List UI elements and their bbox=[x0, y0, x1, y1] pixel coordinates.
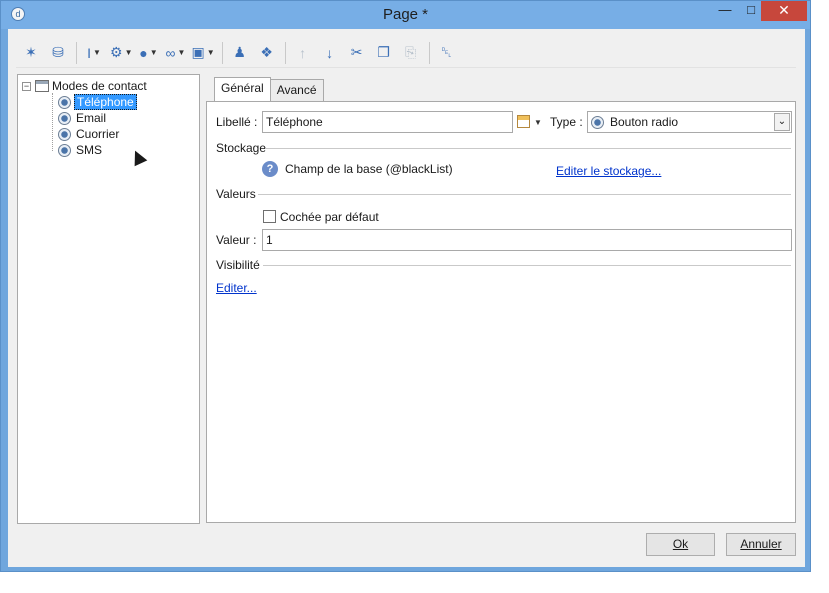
stockage-title: Stockage bbox=[216, 141, 267, 155]
tree-view[interactable]: − Modes de contact Téléphone Email Cuorrie… bbox=[17, 74, 200, 524]
tree-item-label: Téléphone bbox=[74, 94, 137, 110]
visibilite-divider bbox=[263, 265, 791, 266]
copy-button[interactable]: ❐ bbox=[373, 41, 395, 65]
tree-root-label: Modes de contact bbox=[52, 79, 147, 93]
type-label: Type : bbox=[550, 115, 583, 129]
cancel-button-label: Annuler bbox=[740, 537, 782, 551]
text-cursor-icon: I bbox=[87, 44, 91, 61]
move-down-button[interactable]: ↓ bbox=[319, 41, 341, 65]
dialog-window: d Page * — □ ✕ ✶ ⛁ I ▼ ⚙ ▼ ● ▼ ∞ ▼ ▣ ▼ ♟ ❖ ↑ ↓ ✂ ❐ ⎘ ␡ − Mo… bbox=[0, 0, 811, 572]
toolbar-separator bbox=[76, 41, 77, 64]
type-select-value: Bouton radio bbox=[610, 115, 679, 129]
link-icon: ∞ bbox=[165, 44, 176, 61]
cancel-button[interactable]: Annuler bbox=[726, 533, 796, 556]
edit-visibility-link[interactable]: Editer... bbox=[216, 281, 257, 295]
move-up-icon: ↑ bbox=[299, 44, 307, 61]
maximize-button[interactable]: □ bbox=[739, 1, 763, 21]
user-button[interactable]: ♟ bbox=[229, 41, 251, 65]
tab-strip: Général Avancé bbox=[214, 77, 324, 101]
help-icon: ? bbox=[262, 161, 278, 177]
valeur-input[interactable]: 1 bbox=[262, 229, 792, 251]
dropdown-arrow-icon[interactable]: ▼ bbox=[150, 48, 158, 57]
delete-button[interactable]: ␡ bbox=[436, 41, 458, 65]
libelle-input[interactable]: Téléphone bbox=[262, 111, 513, 133]
default-checked-checkbox[interactable] bbox=[263, 210, 276, 223]
toolbar-separator bbox=[284, 41, 286, 64]
mouse-cursor-icon bbox=[128, 147, 148, 167]
collapse-icon[interactable]: − bbox=[22, 81, 31, 91]
text-cursor-button[interactable]: I ▼ bbox=[83, 41, 105, 65]
cut-icon: ✂ bbox=[350, 44, 363, 60]
cut-button[interactable]: ✂ bbox=[346, 41, 368, 65]
shapes-add-icon: ❖ bbox=[260, 44, 273, 60]
database-icon: ⛁ bbox=[52, 44, 64, 60]
window-title: Page * bbox=[382, 6, 429, 23]
ok-button-label: Ok bbox=[672, 537, 689, 551]
tab-general[interactable]: Général bbox=[214, 77, 271, 101]
radio-button-icon bbox=[58, 127, 71, 141]
toolbar-separator bbox=[428, 41, 430, 64]
tree-item[interactable]: Téléphone bbox=[58, 94, 137, 110]
visibilite-title: Visibilité bbox=[216, 258, 260, 272]
checkbox-label: Cochée par défaut bbox=[280, 210, 379, 224]
ok-button[interactable]: Ok bbox=[646, 533, 715, 556]
radio-button-icon bbox=[58, 111, 71, 125]
delete-icon: ␡ bbox=[441, 44, 453, 60]
paste-button[interactable]: ⎘ bbox=[400, 41, 422, 65]
database-button[interactable]: ⛁ bbox=[47, 41, 69, 65]
type-select[interactable]: Bouton radio ⌄ bbox=[587, 111, 792, 133]
tree-item-label: Email bbox=[76, 111, 107, 125]
valeurs-divider bbox=[258, 194, 791, 195]
move-up-button[interactable]: ↑ bbox=[292, 41, 314, 65]
copy-icon: ❐ bbox=[377, 44, 390, 60]
tree-connector bbox=[52, 93, 53, 151]
chevron-down-icon[interactable]: ⌄ bbox=[774, 113, 790, 131]
box-icon: ▣ bbox=[191, 44, 205, 60]
radio-button-icon bbox=[58, 95, 71, 109]
tree-item-label: SMS bbox=[76, 143, 103, 157]
stockage-divider bbox=[265, 148, 791, 149]
form-gear-button[interactable]: ⚙ ▼ bbox=[110, 41, 132, 65]
expression-dropdown-arrow[interactable]: ▼ bbox=[534, 118, 542, 127]
shapes-add-button[interactable]: ❖ bbox=[256, 41, 278, 65]
radio-button-icon bbox=[591, 115, 604, 129]
magic-wand-icon: ✶ bbox=[25, 44, 37, 60]
table-icon bbox=[35, 80, 49, 92]
minimize-button[interactable]: — bbox=[713, 1, 737, 21]
form-gear-icon: ⚙ bbox=[110, 44, 123, 60]
globe-button[interactable]: ● ▼ bbox=[137, 41, 159, 65]
tree-item[interactable]: Cuorrier bbox=[58, 126, 121, 142]
title-bar[interactable]: d Page * — □ ✕ bbox=[1, 1, 810, 29]
dialog-client-area: ✶ ⛁ I ▼ ⚙ ▼ ● ▼ ∞ ▼ ▣ ▼ ♟ ❖ ↑ ↓ ✂ ❐ ⎘ ␡ − Modes de contact … bbox=[8, 29, 805, 567]
radio-button-icon bbox=[58, 143, 71, 157]
edit-storage-link[interactable]: Editer le stockage... bbox=[556, 164, 661, 178]
magic-wand-button[interactable]: ✶ bbox=[20, 41, 42, 65]
dropdown-arrow-icon[interactable]: ▼ bbox=[207, 48, 215, 57]
tab-advanced[interactable]: Avancé bbox=[269, 79, 324, 101]
expression-editor-icon[interactable] bbox=[517, 115, 530, 128]
tree-item-label: Cuorrier bbox=[76, 127, 120, 141]
storage-text: Champ de la base (@blackList) bbox=[285, 162, 453, 176]
tree-item[interactable]: SMS bbox=[58, 142, 104, 158]
dropdown-arrow-icon[interactable]: ▼ bbox=[125, 48, 133, 57]
link-button[interactable]: ∞ ▼ bbox=[164, 41, 186, 65]
tree-root[interactable]: − Modes de contact bbox=[22, 79, 147, 93]
toolbar-separator bbox=[221, 41, 223, 64]
dropdown-arrow-icon[interactable]: ▼ bbox=[178, 48, 186, 57]
tab-panel-general: Libellé : Téléphone ▼ Type : Bouton radi… bbox=[206, 101, 796, 523]
valeurs-title: Valeurs bbox=[216, 187, 256, 201]
dropdown-arrow-icon[interactable]: ▼ bbox=[93, 48, 101, 57]
close-button[interactable]: ✕ bbox=[761, 1, 807, 21]
paste-icon: ⎘ bbox=[405, 44, 417, 60]
globe-icon: ● bbox=[139, 44, 148, 61]
valeur-label: Valeur : bbox=[216, 233, 257, 247]
user-icon: ♟ bbox=[233, 44, 246, 60]
libelle-label: Libellé : bbox=[216, 115, 258, 129]
tree-item[interactable]: Email bbox=[58, 110, 108, 126]
box-button[interactable]: ▣ ▼ bbox=[191, 41, 214, 65]
move-down-icon: ↓ bbox=[326, 44, 334, 61]
toolbar: ✶ ⛁ I ▼ ⚙ ▼ ● ▼ ∞ ▼ ▣ ▼ ♟ ❖ ↑ ↓ ✂ ❐ ⎘ ␡ bbox=[16, 38, 796, 68]
